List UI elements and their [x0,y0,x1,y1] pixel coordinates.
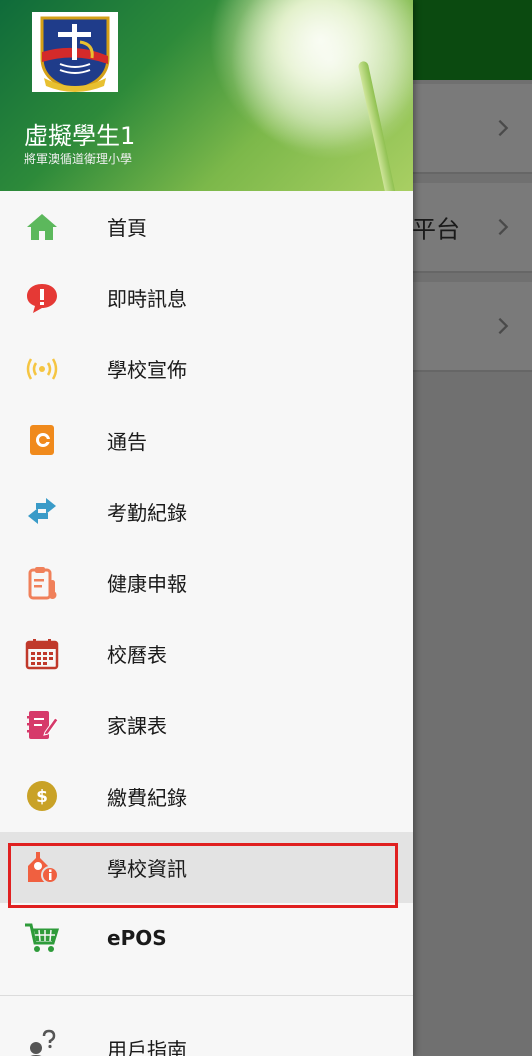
notice-icon [24,422,60,458]
home-icon [24,209,60,245]
attendance-arrows-icon [24,493,60,529]
menu-item-label: 首頁 [107,216,147,241]
menu-item-label: 用戶指南 [107,1038,187,1056]
payment-icon: $ [24,778,60,814]
menu-divider [0,995,413,996]
menu-item-label: 家課表 [107,714,167,739]
menu-item-attendance[interactable]: 考勤紀錄 [0,476,413,547]
school-crest-icon [40,16,110,92]
menu-item-notice[interactable]: 通告 [0,405,413,476]
alert-message-icon [24,280,60,316]
menu-item-label: 健康申報 [107,572,187,597]
menu-item-payment-record[interactable]: $ 繳費紀錄 [0,761,413,832]
menu-item-label: 繳費紀錄 [107,785,187,810]
menu-item-home[interactable]: 首頁 [0,191,413,262]
user-name: 虛擬學生1 [24,122,136,150]
menu-item-label: 即時訊息 [107,287,187,312]
selection-highlight-box [8,843,398,908]
menu-item-school-announcement[interactable]: 學校宣佈 [0,333,413,404]
svg-text:$: $ [36,787,48,807]
menu-item-label: 學校宣佈 [107,358,187,383]
user-guide-icon [24,1028,60,1056]
menu-item-instant-message[interactable]: 即時訊息 [0,262,413,333]
menu-item-label: 校曆表 [107,643,167,668]
homework-icon [24,707,60,743]
menu-item-homework[interactable]: 家課表 [0,689,413,760]
menu-item-label: 通告 [107,429,147,454]
card-text: 平台 [412,215,460,244]
menu-item-health-declaration[interactable]: 健康申報 [0,547,413,618]
menu-item-label: 考勤紀錄 [107,500,187,525]
menu-item-user-guide[interactable]: 用戶指南 [0,1010,413,1056]
dandelion-decoration [230,0,413,160]
menu-item-label: ePOS [107,926,167,951]
broadcast-icon [24,351,60,387]
calendar-icon [24,636,60,672]
school-logo [32,12,118,92]
health-clipboard-icon [24,565,60,601]
drawer-header: 虛擬學生1 將軍澳循道衛理小學 [0,0,413,191]
chevron-right-icon [498,317,509,335]
school-name: 將軍澳循道衛理小學 [24,152,133,166]
menu-item-epos[interactable]: ePOS [0,903,413,974]
menu-item-school-calendar[interactable]: 校曆表 [0,618,413,689]
chevron-right-icon [498,218,509,236]
cart-icon [24,920,60,956]
chevron-right-icon [498,119,509,137]
